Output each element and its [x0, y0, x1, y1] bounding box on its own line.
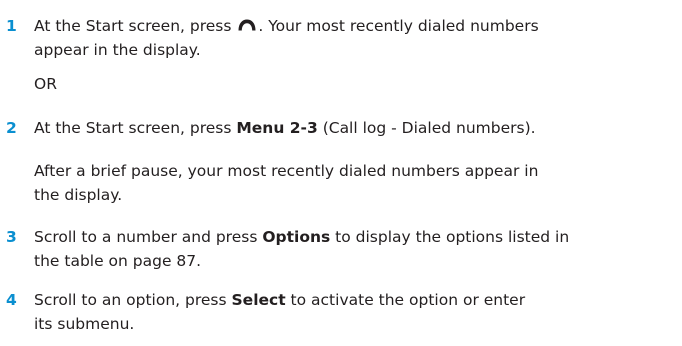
instruction-page: 1 At the Start screen, press . Your most… — [0, 0, 682, 346]
menu-shortcut: Menu 2-3 — [236, 119, 318, 137]
step-text: Scroll to a number and press Options to … — [34, 228, 570, 270]
step-number: 2 — [6, 119, 17, 137]
end-call-handset-icon — [238, 19, 256, 31]
step-number: 3 — [6, 228, 17, 246]
step-number: 1 — [6, 17, 17, 35]
step-text: Scroll to an option, press Select to act… — [34, 291, 526, 333]
or-separator: OR — [34, 75, 57, 93]
step-text: At the Start screen, press Menu 2-3 (Cal… — [34, 119, 536, 137]
step-text: At the Start screen, press . Your most r… — [34, 17, 539, 59]
options-key-label: Options — [262, 228, 331, 246]
select-key-label: Select — [231, 291, 286, 309]
pause-paragraph: After a brief pause, your most recently … — [34, 162, 539, 204]
step-number: 4 — [6, 291, 17, 309]
